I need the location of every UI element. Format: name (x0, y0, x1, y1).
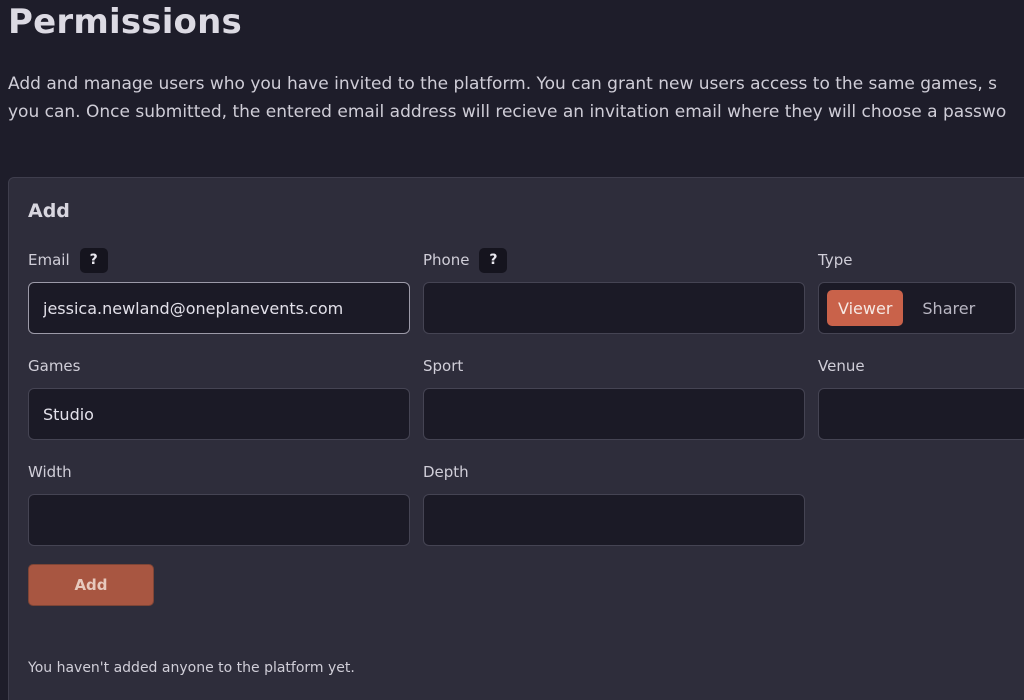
add-card-title: Add (28, 200, 70, 222)
venue-label: Venue (818, 357, 865, 375)
type-toggle: Viewer Sharer (818, 282, 1016, 334)
add-submit-button[interactable]: Add (28, 564, 154, 606)
permissions-page: Permissions Add and manage users who you… (0, 0, 1024, 700)
page-description-line-2: you can. Once submitted, the entered ema… (8, 102, 1007, 122)
email-label: Email (28, 251, 70, 269)
width-input[interactable] (28, 494, 410, 546)
venue-label-row: Venue (818, 353, 865, 379)
width-label-row: Width (28, 459, 72, 485)
email-label-row: Email ? (28, 247, 108, 273)
sport-label: Sport (423, 357, 464, 375)
width-label: Width (28, 463, 72, 481)
games-input[interactable] (28, 388, 410, 440)
type-label: Type (818, 251, 853, 269)
type-option-sharer[interactable]: Sharer (911, 290, 986, 326)
games-label: Games (28, 357, 81, 375)
email-input[interactable] (28, 282, 410, 334)
type-option-viewer[interactable]: Viewer (827, 290, 904, 326)
depth-input[interactable] (423, 494, 805, 546)
depth-label: Depth (423, 463, 469, 481)
games-label-row: Games (28, 353, 80, 379)
phone-help-icon[interactable]: ? (479, 247, 508, 273)
depth-label-row: Depth (423, 459, 469, 485)
email-help-icon[interactable]: ? (79, 247, 108, 273)
add-user-card: Add Email ? Phone ? Type Viewer Sharer G… (8, 177, 1024, 700)
empty-state-message: You haven't added anyone to the platform… (28, 660, 355, 676)
type-label-row: Type (818, 247, 852, 273)
phone-input[interactable] (423, 282, 805, 334)
phone-label: Phone (423, 251, 470, 269)
page-title: Permissions (8, 2, 242, 42)
phone-label-row: Phone ? (423, 247, 508, 273)
venue-input[interactable] (818, 388, 1024, 440)
page-description: Add and manage users who you have invite… (8, 70, 1024, 126)
sport-label-row: Sport (423, 353, 463, 379)
page-description-line-1: Add and manage users who you have invite… (8, 74, 997, 94)
sport-input[interactable] (423, 388, 805, 440)
